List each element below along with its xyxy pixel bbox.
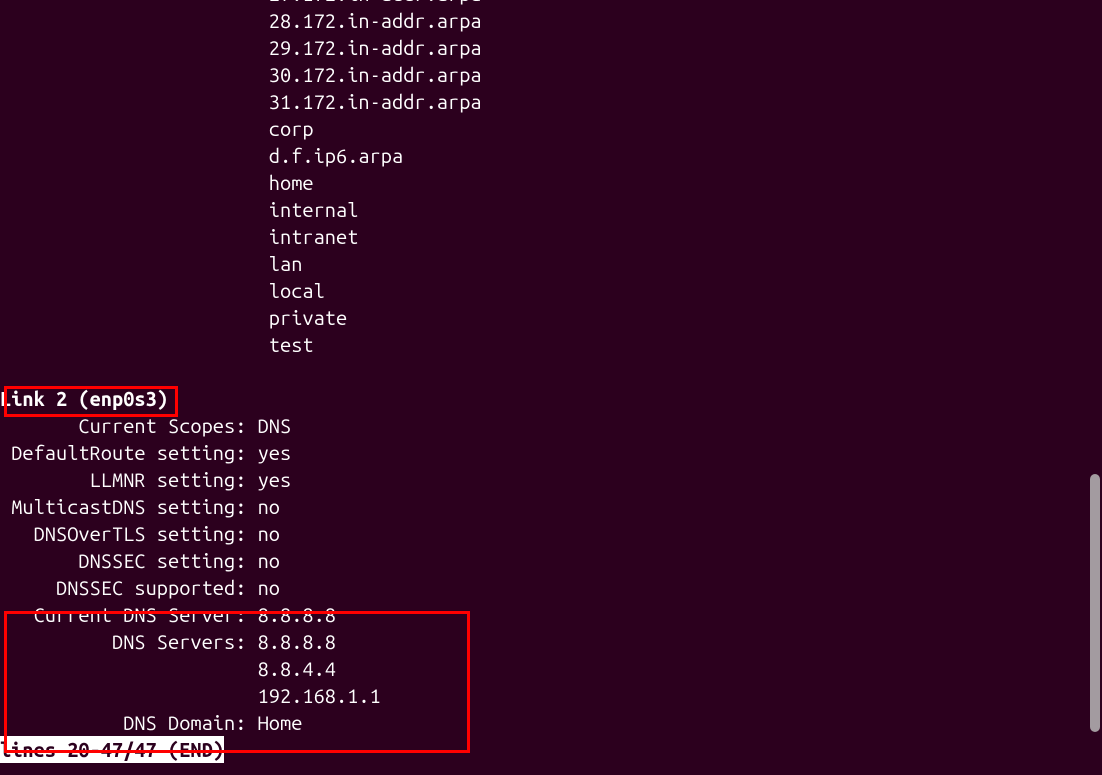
scrollbar-track[interactable] (1088, 0, 1102, 755)
domain-entry: local (0, 277, 1102, 304)
domain-entry: internal (0, 196, 1102, 223)
setting-row: Current Scopes: DNS (0, 412, 1102, 439)
setting-row: DNS Servers: 8.8.8.8 (0, 628, 1102, 655)
domain-entry: private (0, 304, 1102, 331)
domain-entry: 30.172.in-addr.arpa (0, 61, 1102, 88)
domain-entry: home (0, 169, 1102, 196)
setting-row: 8.8.4.4 (0, 655, 1102, 682)
domain-entry: 28.172.in-addr.arpa (0, 7, 1102, 34)
terminal-output[interactable]: 27.172.in-addr.arpa 28.172.in-addr.arpa … (0, 0, 1102, 763)
domain-entry: intranet (0, 223, 1102, 250)
setting-row: LLMNR setting: yes (0, 466, 1102, 493)
setting-row: DNSSEC setting: no (0, 547, 1102, 574)
domain-entry: d.f.ip6.arpa (0, 142, 1102, 169)
link-header: Link 2 (enp0s3) (0, 385, 1102, 412)
setting-row: 192.168.1.1 (0, 682, 1102, 709)
domain-entry: 31.172.in-addr.arpa (0, 88, 1102, 115)
domain-entry: 27.172.in-addr.arpa (0, 0, 1102, 7)
setting-row: DefaultRoute setting: yes (0, 439, 1102, 466)
domain-entry: lan (0, 250, 1102, 277)
scrollbar-thumb[interactable] (1090, 474, 1100, 732)
setting-row: DNS Domain: Home (0, 709, 1102, 736)
setting-row: DNSOverTLS setting: no (0, 520, 1102, 547)
domain-entry: test (0, 331, 1102, 358)
domain-entry: corp (0, 115, 1102, 142)
setting-row: Current DNS Server: 8.8.8.8 (0, 601, 1102, 628)
blank-line (0, 358, 1102, 385)
setting-row: MulticastDNS setting: no (0, 493, 1102, 520)
domain-entry: 29.172.in-addr.arpa (0, 34, 1102, 61)
pager-status-text: lines 20-47/47 (END) (0, 736, 224, 763)
pager-status-line: lines 20-47/47 (END) (0, 736, 1102, 763)
setting-row: DNSSEC supported: no (0, 574, 1102, 601)
